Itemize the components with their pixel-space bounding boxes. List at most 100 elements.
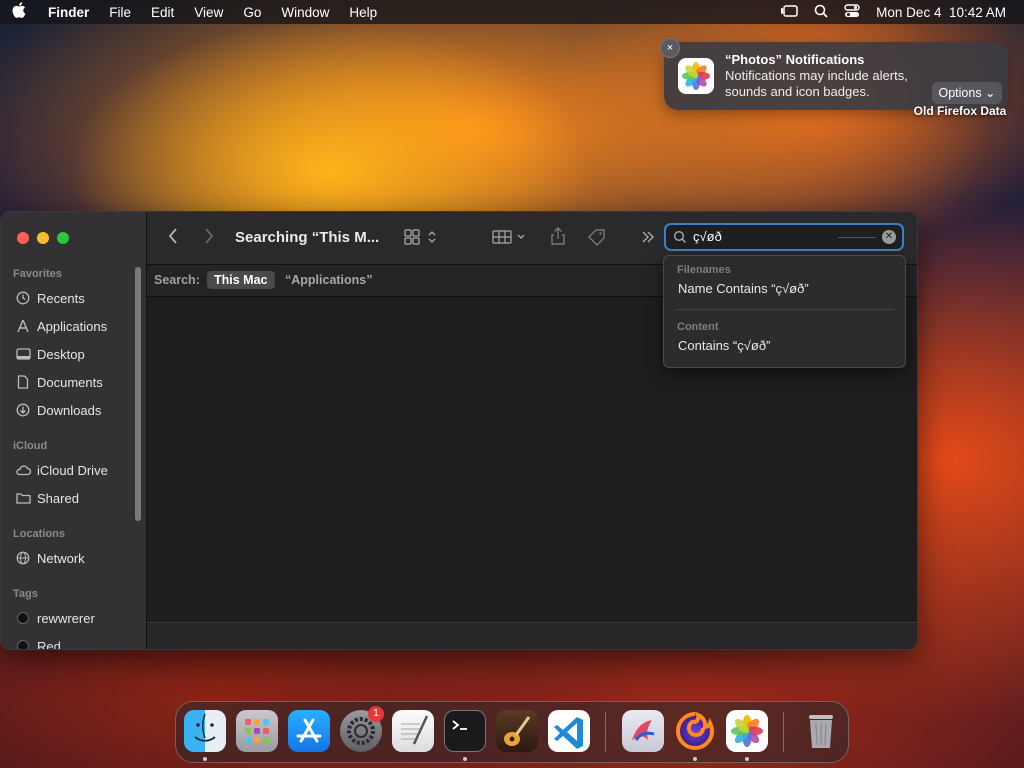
launchpad-dock-icon[interactable] [236, 710, 278, 752]
sidebar-item-downloads[interactable]: Downloads [15, 399, 101, 421]
sidebar-section-locations: Locations [13, 528, 65, 540]
sidebar-item-recents[interactable]: Recents [15, 287, 85, 309]
view-grid-icon[interactable] [404, 229, 440, 248]
suggestion-section-content: Content [677, 321, 719, 333]
back-button[interactable] [167, 227, 179, 248]
menu-app-name[interactable]: Finder [38, 5, 99, 20]
suggestion-section-filenames: Filenames [677, 264, 731, 276]
sidebar-item-label: Documents [37, 374, 103, 390]
sidebar-item-icloud-drive[interactable]: iCloud Drive [15, 459, 108, 481]
sidebar-item-applications[interactable]: Applications [15, 315, 107, 337]
tag-icon[interactable] [587, 228, 607, 249]
menu-go[interactable]: Go [233, 5, 271, 20]
photos-dock-icon[interactable] [726, 710, 768, 752]
sidebar-item-label: rewwrerer [37, 610, 95, 626]
document-icon [15, 374, 31, 390]
search-field-divider [838, 237, 876, 238]
sidebar-tag-rewwrerer[interactable]: rewwrerer [15, 607, 95, 629]
search-field[interactable]: ç√øð ✕ [664, 223, 904, 251]
sidebar-item-desktop[interactable]: Desktop [15, 343, 85, 365]
sidebar-section-icloud: iCloud [13, 440, 48, 452]
settings-notification-badge: 1 [368, 706, 384, 722]
path-bar [147, 622, 917, 649]
scope-label: Search: [154, 273, 200, 287]
sidebar-item-label: iCloud Drive [37, 462, 108, 478]
control-center-icon[interactable] [844, 3, 860, 21]
sidebar-scrollbar[interactable] [135, 267, 141, 521]
cloud-icon [15, 462, 31, 478]
notification-body: Notifications may include alerts, sounds… [725, 68, 908, 99]
menu-window[interactable]: Window [271, 5, 339, 20]
search-icon [673, 230, 687, 249]
dock-separator [605, 712, 606, 752]
textedit-dock-icon[interactable] [392, 710, 434, 752]
photos-running-indicator [745, 757, 749, 761]
scope-applications-button[interactable]: “Applications” [278, 271, 380, 289]
sidebar-item-label: Shared [37, 490, 79, 506]
clear-search-icon[interactable]: ✕ [882, 230, 896, 244]
terminal-dock-icon[interactable] [444, 710, 486, 752]
downloads-icon [15, 402, 31, 418]
sidebar-item-label: Red [37, 638, 61, 650]
suggestion-name-contains[interactable]: Name Contains “ç√øð” [678, 281, 809, 296]
search-suggestions-dropdown: Filenames Name Contains “ç√øð” Content C… [663, 255, 906, 368]
toolbar-overflow-icon[interactable] [641, 230, 655, 247]
notification-close-button[interactable]: × [660, 38, 680, 58]
desktop-icon [15, 346, 31, 362]
menu-file[interactable]: File [99, 5, 141, 20]
scope-this-mac-button[interactable]: This Mac [207, 271, 275, 289]
stage-manager-icon[interactable] [780, 4, 798, 21]
globe-icon [15, 550, 31, 566]
finder-sidebar: Favorites Recents Applications Desktop D… [1, 212, 147, 649]
finder-running-indicator [203, 757, 207, 761]
shared-folder-icon [15, 490, 31, 506]
suggestion-contains[interactable]: Contains “ç√øð” [678, 338, 770, 353]
firefox-running-indicator [693, 757, 697, 761]
share-icon[interactable] [549, 226, 567, 249]
clock-icon [15, 290, 31, 306]
dock-separator [783, 712, 784, 752]
sidebar-item-label: Downloads [37, 402, 102, 418]
applications-icon [15, 318, 31, 334]
suggestion-separator [676, 309, 894, 310]
sidebar-item-label: Network [37, 550, 85, 566]
photos-notification[interactable]: × “Photos” Notifications Notifications m… [660, 38, 1008, 110]
group-by-icon[interactable] [492, 229, 528, 248]
spotlight-icon[interactable] [814, 4, 828, 21]
close-window-button[interactable] [17, 232, 29, 244]
sidebar-item-documents[interactable]: Documents [15, 371, 103, 393]
menu-bar: Finder File Edit View Go Window Help Mon… [0, 0, 1024, 24]
desktop-folder-label[interactable]: Old Firefox Data [904, 104, 1016, 118]
menu-edit[interactable]: Edit [141, 5, 184, 20]
sidebar-tag-red[interactable]: Red [15, 635, 61, 650]
notification-title: “Photos” Notifications [725, 52, 865, 67]
window-title: Searching “This M... [235, 229, 380, 246]
apple-menu-icon[interactable] [0, 2, 38, 22]
minimize-window-button[interactable] [37, 232, 49, 244]
sidebar-section-favorites: Favorites [13, 268, 62, 280]
app-store-dock-icon[interactable] [288, 710, 330, 752]
sidebar-item-network[interactable]: Network [15, 547, 85, 569]
search-input[interactable]: ç√øð [693, 229, 722, 244]
menu-help[interactable]: Help [339, 5, 387, 20]
sidebar-item-shared[interactable]: Shared [15, 487, 79, 509]
tag-dot-icon [15, 610, 31, 626]
terminal-running-indicator [463, 757, 467, 761]
claude-art-dock-icon[interactable] [622, 710, 664, 752]
forward-button[interactable] [203, 227, 215, 248]
garageband-dock-icon[interactable] [496, 710, 538, 752]
dock: 1 [175, 701, 849, 763]
sidebar-item-label: Applications [37, 318, 108, 334]
trash-dock-icon[interactable] [800, 710, 842, 752]
finder-dock-icon[interactable] [184, 710, 226, 752]
zoom-window-button[interactable] [57, 232, 69, 244]
notification-options-button[interactable]: Options ⌄ [932, 82, 1002, 104]
sidebar-item-label: Recents [37, 290, 85, 306]
tag-dot-icon [15, 638, 31, 649]
vscode-dock-icon[interactable] [548, 710, 590, 752]
firefox-dock-icon[interactable] [674, 710, 716, 752]
menu-clock[interactable]: Mon Dec 4 10:42 AM [876, 5, 1006, 20]
sidebar-item-label: Desktop [37, 346, 85, 362]
photos-app-icon [678, 58, 714, 94]
menu-view[interactable]: View [184, 5, 233, 20]
